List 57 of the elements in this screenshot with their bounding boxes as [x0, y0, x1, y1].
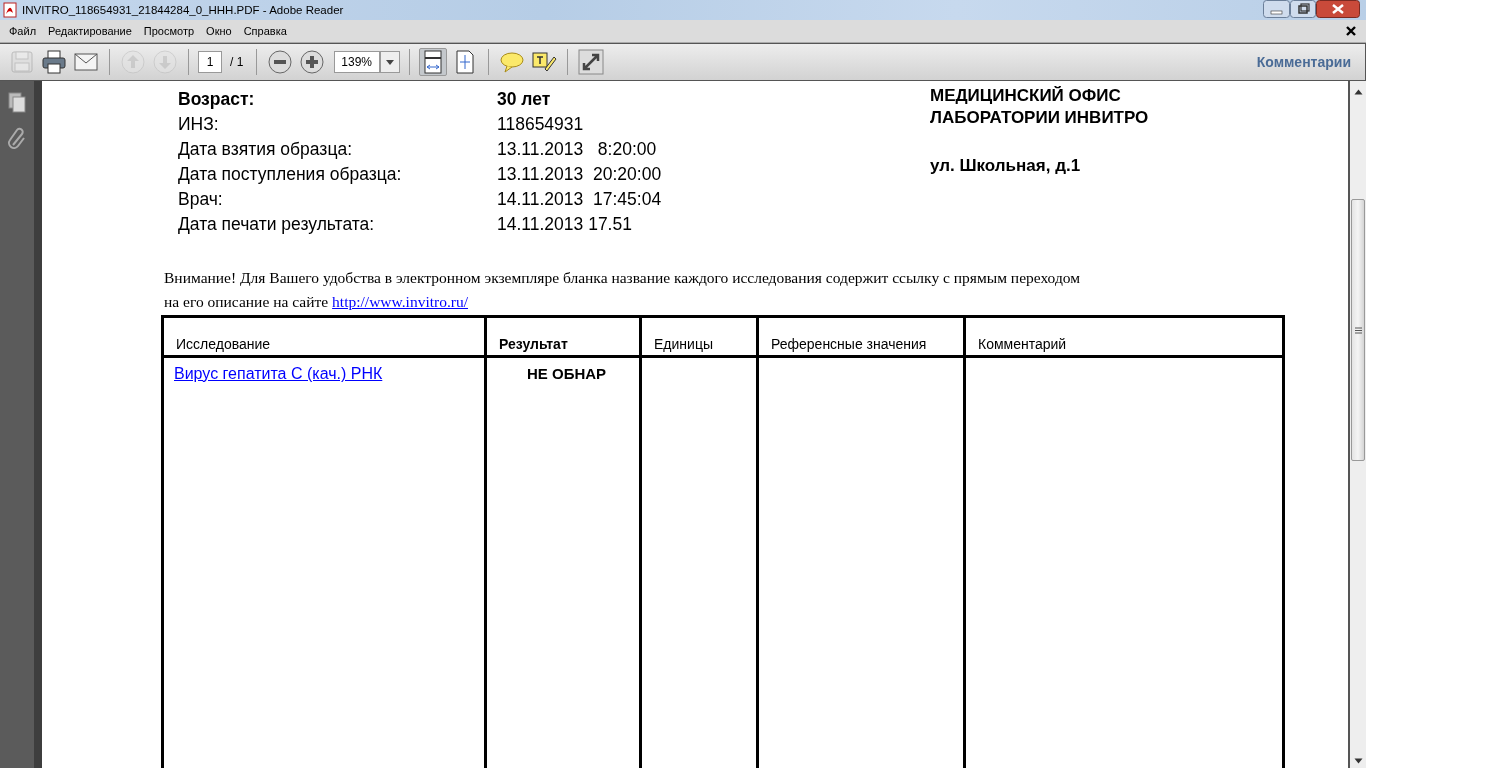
- close-icon[interactable]: [1346, 26, 1356, 36]
- paperclip-icon[interactable]: [7, 127, 27, 151]
- field-label: ИНЗ:: [178, 113, 220, 136]
- scroll-up-icon[interactable]: [1353, 89, 1363, 95]
- minus-icon: [267, 49, 294, 75]
- website-link[interactable]: http://www.invitro.ru/: [332, 290, 468, 314]
- plus-icon: [299, 49, 326, 75]
- field-label: Возраст:: [178, 88, 256, 111]
- printer-icon: [41, 49, 67, 75]
- comments-button[interactable]: Комментарии: [1256, 54, 1351, 70]
- office-address: ул. Школьная, д.1: [930, 155, 1082, 177]
- field-value: 30 лет: [497, 88, 552, 111]
- printer-button[interactable]: [40, 48, 68, 76]
- restore-button[interactable]: [1290, 0, 1316, 18]
- scrollbar-thumb[interactable]: [1351, 199, 1365, 461]
- column-header: Комментарий: [964, 316, 1284, 357]
- column-header: Референсные значения: [757, 316, 965, 357]
- expand-button[interactable]: [577, 48, 606, 76]
- field-label: Дата поступления образца:: [178, 163, 403, 186]
- grip-icon: [1354, 326, 1362, 334]
- field-label: Врач:: [178, 188, 224, 211]
- minus-button[interactable]: [266, 48, 295, 76]
- office-name: МЕДИЦИНСКИЙ ОФИС: [930, 85, 1122, 107]
- close-button[interactable]: [1316, 0, 1360, 18]
- page-number-field[interactable]: 1: [198, 51, 222, 73]
- save-icon: [9, 49, 35, 75]
- field-value: 13.11.2013 8:20:00: [497, 138, 658, 161]
- field-value: 13.11.2013 20:20:00: [497, 163, 663, 186]
- zoom-field[interactable]: 139%: [334, 51, 381, 73]
- column-header: Результат: [485, 316, 641, 357]
- menu-item[interactable]: Файл: [3, 25, 43, 37]
- column-header: Исследование: [162, 316, 486, 357]
- menu-item[interactable]: Редактирование: [42, 25, 138, 37]
- plus-button[interactable]: [298, 48, 327, 76]
- column-header: Единицы: [640, 316, 758, 357]
- field-value: 14.11.2013 17.51: [497, 213, 633, 236]
- menu-item[interactable]: Просмотр: [137, 25, 201, 37]
- field-value: 14.11.2013 17:45:04: [497, 188, 663, 211]
- vertical-scrollbar[interactable]: [1350, 81, 1366, 768]
- field-value: 118654931: [497, 113, 585, 136]
- field-label: Дата взятия образца:: [178, 138, 353, 161]
- scroll-down-icon[interactable]: [1353, 758, 1363, 764]
- fit-width-button[interactable]: [419, 48, 448, 76]
- expand-icon: [578, 49, 605, 75]
- menu-item[interactable]: Окно: [200, 25, 238, 37]
- notice-text: на его описание на сайте: [164, 292, 329, 312]
- dropdown-button[interactable]: [380, 51, 401, 73]
- window-title: INVITRO_118654931_21844284_0_HHH.PDF - Adobe Reader: [22, 4, 344, 16]
- page-count: / 1: [230, 55, 244, 69]
- test-link[interactable]: Вирус гепатита С (кач.) РНК: [174, 365, 383, 382]
- office-name: ЛАБОРАТОРИИ ИНВИТРО: [930, 107, 1149, 129]
- speech-bubble-icon: [499, 49, 526, 75]
- notice-text: Внимание! Для Вашего удобства в электронном экземпляре бланка название каждого исследования содержит ссылку с прямым переходом: [164, 268, 1081, 288]
- menu-item[interactable]: Справка: [237, 25, 293, 37]
- pdf-icon: [2, 2, 18, 18]
- pages-icon[interactable]: [7, 91, 27, 113]
- field-label: Дата печати результата:: [178, 213, 376, 236]
